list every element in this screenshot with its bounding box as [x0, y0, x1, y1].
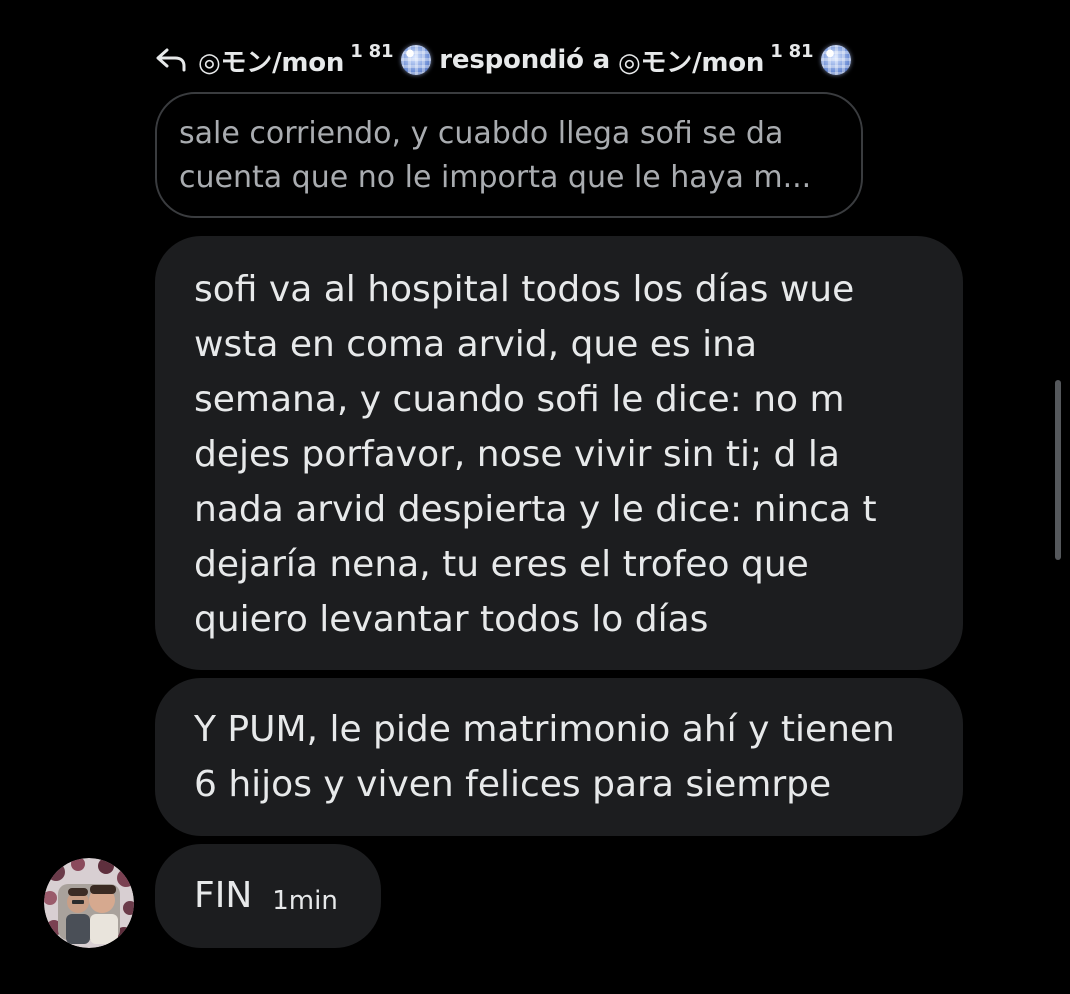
- quoted-message-line: cuenta que no le importa que le haya m..…: [179, 160, 812, 195]
- reply-target-badge: 1 81: [770, 40, 814, 62]
- reply-author-badge: 1 81: [350, 40, 394, 62]
- quoted-message[interactable]: sale corriendo, y cuabdo llega sofi se d…: [155, 92, 863, 218]
- message-line: sofi va al hospital todos los días wue: [194, 269, 855, 310]
- dm-conversation: ◎モン/mon 1 81 respondió a ◎モン/mon 1 81 sa…: [0, 0, 1070, 994]
- reply-arrow-icon: [154, 45, 188, 75]
- message-line: quiero levantar todos lo días: [194, 599, 709, 640]
- quoted-message-line: sale corriendo, y cuabdo llega sofi se d…: [179, 116, 784, 151]
- scrollbar-thumb[interactable]: [1055, 380, 1061, 560]
- disco-ball-icon: [401, 45, 432, 75]
- reply-target-name[interactable]: ◎モン/mon: [618, 42, 764, 79]
- reply-context-header: ◎モン/mon 1 81 respondió a ◎モン/mon 1 81: [154, 40, 852, 80]
- message-line: semana, y cuando sofi le dice: no m: [194, 379, 845, 420]
- avatar[interactable]: [44, 858, 134, 948]
- message-line: dejes porfavor, nose vivir sin ti; d la: [194, 434, 840, 475]
- disco-ball-icon: [821, 45, 852, 75]
- reply-action-text: respondió a: [439, 45, 610, 75]
- message-text: FIN: [194, 875, 253, 916]
- message-line: wsta en coma arvid, que es ina: [194, 324, 758, 365]
- message-bubble[interactable]: sofi va al hospital todos los días wue w…: [155, 236, 963, 670]
- message-line: Y PUM, le pide matrimonio ahí y tienen: [194, 709, 895, 750]
- message-bubble[interactable]: FIN 1min: [155, 844, 381, 948]
- message-line: 6 hijos y viven felices para siemrpe: [194, 764, 832, 805]
- message-timestamp: 1min: [272, 885, 338, 916]
- message-bubble[interactable]: Y PUM, le pide matrimonio ahí y tienen 6…: [155, 678, 963, 836]
- message-line: nada arvid despierta y le dice: ninca t: [194, 489, 877, 530]
- message-line: dejaría nena, tu eres el trofeo que: [194, 544, 809, 585]
- reply-author-name[interactable]: ◎モン/mon: [198, 42, 344, 79]
